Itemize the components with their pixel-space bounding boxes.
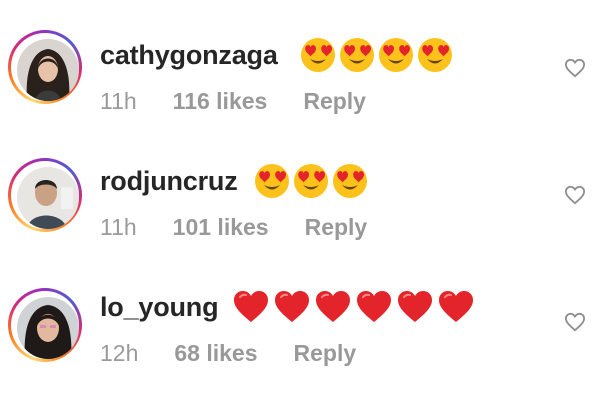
comment-time: 12h: [100, 340, 139, 366]
heart-eyes-emoji: [333, 164, 367, 198]
comment-time: 11h: [100, 88, 137, 114]
heart-eyes-emoji: [301, 38, 335, 72]
likes-count[interactable]: 68 likes: [174, 340, 257, 367]
heart-eyes-emoji: [294, 164, 328, 198]
heart-eyes-emoji: [340, 38, 374, 72]
comment-emojis: [232, 289, 475, 325]
heart-eyes-emoji: [379, 38, 413, 72]
reply-button[interactable]: Reply: [305, 214, 368, 241]
avatar[interactable]: [17, 167, 79, 229]
username[interactable]: lo_young: [100, 292, 219, 323]
comment-emojis: [254, 163, 368, 199]
heart-eyes-emoji: [255, 164, 289, 198]
reply-button[interactable]: Reply: [303, 88, 366, 115]
red-heart-emoji: [439, 291, 473, 322]
avatar[interactable]: [17, 39, 79, 101]
comment-item: rodjuncruz 11h 101 likes Reply: [0, 126, 600, 252]
username[interactable]: rodjuncruz: [100, 166, 238, 197]
username[interactable]: cathygonzaga: [100, 40, 278, 71]
likes-count[interactable]: 101 likes: [173, 214, 269, 241]
comment-item: lo_young 12h 68 likes Reply: [0, 252, 600, 378]
story-ring[interactable]: [8, 30, 82, 104]
red-heart-emoji: [316, 291, 350, 322]
avatar[interactable]: [17, 297, 79, 359]
heart-outline-icon[interactable]: [564, 58, 586, 78]
heart-outline-icon[interactable]: [564, 185, 586, 205]
comment-meta: 11h 101 likes Reply: [100, 214, 367, 241]
comment-time: 11h: [100, 214, 137, 240]
reply-button[interactable]: Reply: [294, 340, 357, 367]
comment-meta: 11h 116 likes Reply: [100, 88, 366, 115]
likes-count[interactable]: 116 likes: [173, 88, 268, 115]
red-heart-emoji: [234, 291, 268, 322]
red-heart-emoji: [275, 291, 309, 322]
red-heart-emoji: [357, 291, 391, 322]
comment-meta: 12h 68 likes Reply: [100, 340, 356, 367]
story-ring[interactable]: [8, 158, 82, 232]
heart-eyes-emoji: [418, 38, 452, 72]
story-ring[interactable]: [8, 288, 82, 362]
comment-emojis: [300, 37, 453, 73]
heart-outline-icon[interactable]: [564, 312, 586, 332]
comment-item: cathygonzaga 11h 116 likes Reply: [0, 0, 600, 126]
red-heart-emoji: [398, 291, 432, 322]
